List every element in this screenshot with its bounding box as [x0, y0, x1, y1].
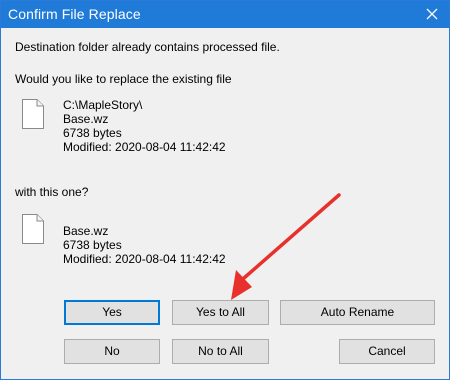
close-button[interactable] — [415, 1, 449, 28]
cancel-button[interactable]: Cancel — [339, 339, 435, 364]
new-file-size: 6738 bytes — [63, 238, 122, 252]
yes-button[interactable]: Yes — [64, 300, 160, 325]
window-title: Confirm File Replace — [8, 6, 141, 22]
message-line-1: Destination folder already contains proc… — [15, 40, 280, 54]
close-icon — [426, 8, 438, 20]
message-line-3: with this one? — [15, 185, 89, 199]
no-to-all-button[interactable]: No to All — [172, 339, 269, 364]
auto-rename-button[interactable]: Auto Rename — [280, 300, 435, 325]
no-button[interactable]: No — [64, 339, 160, 364]
file-icon — [22, 99, 44, 129]
existing-file-modified: Modified: 2020-08-04 11:42:42 — [63, 140, 226, 154]
confirm-file-replace-dialog: Confirm File Replace Destination folder … — [0, 0, 450, 380]
dialog-content: Destination folder already contains proc… — [1, 28, 449, 379]
message-line-2: Would you like to replace the existing f… — [15, 72, 232, 86]
existing-file-size: 6738 bytes — [63, 126, 122, 140]
existing-file-path: C:\MapleStory\ — [63, 98, 143, 112]
yes-to-all-button[interactable]: Yes to All — [172, 300, 269, 325]
title-bar[interactable]: Confirm File Replace — [1, 1, 449, 28]
file-icon — [22, 214, 44, 244]
new-file-name: Base.wz — [63, 224, 109, 238]
existing-file-name: Base.wz — [63, 112, 109, 126]
new-file-info: Base.wz 6738 bytes Modified: 2020-08-04 … — [63, 224, 226, 266]
new-file-modified: Modified: 2020-08-04 11:42:42 — [63, 252, 226, 266]
existing-file-info: C:\MapleStory\ Base.wz 6738 bytes Modifi… — [63, 98, 226, 154]
